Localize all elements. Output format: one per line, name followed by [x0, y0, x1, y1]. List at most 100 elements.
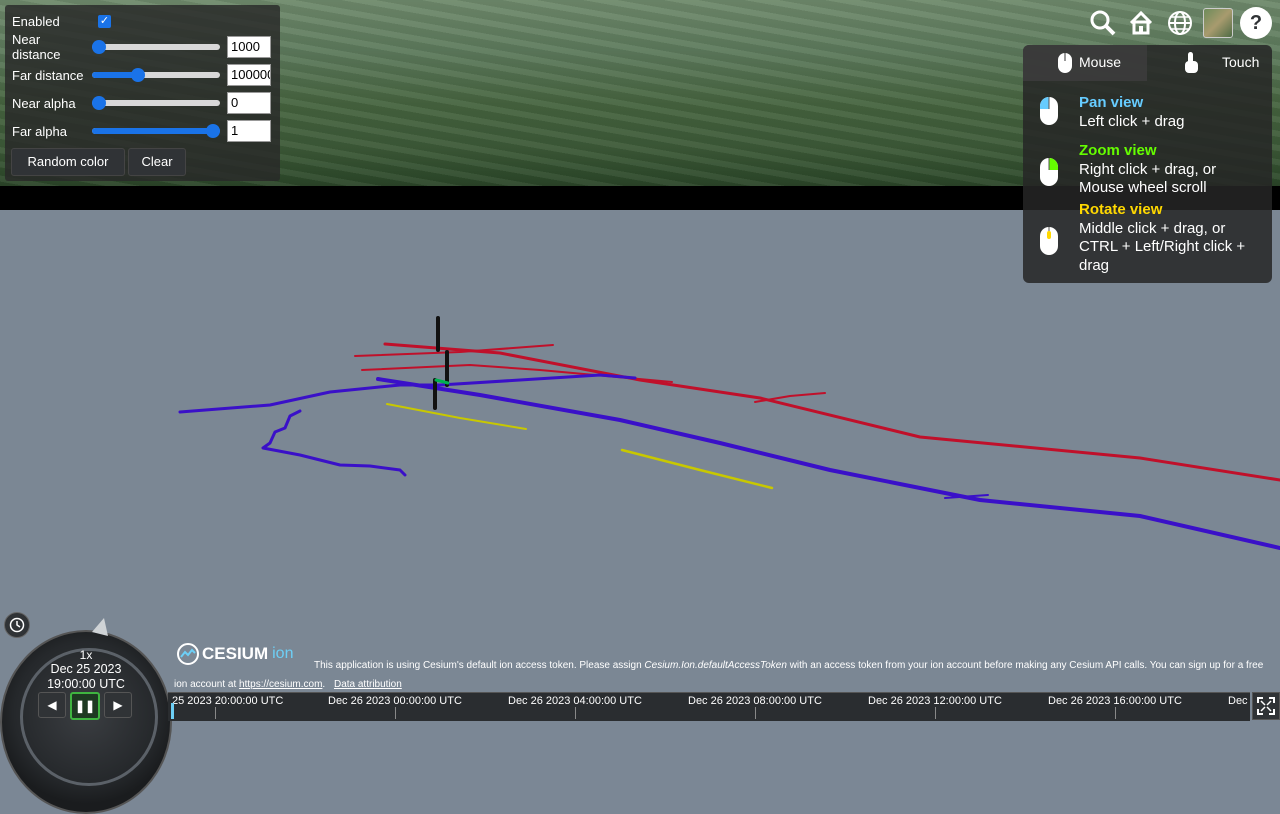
controls-panel: Enabled ✓ Near distance 1000 Far distanc…	[5, 5, 280, 181]
mouse-right-click-icon	[1040, 158, 1058, 186]
mouse-icon	[1058, 53, 1072, 73]
search-icon	[1090, 10, 1116, 36]
clear-button[interactable]: Clear	[128, 148, 186, 176]
mouse-left-click-icon	[1040, 97, 1058, 125]
far-alpha-label: Far alpha	[12, 123, 67, 139]
imagery-layer-icon	[1203, 8, 1233, 38]
play-icon: ▶	[113, 698, 123, 712]
credit-code: Cesium.Ion.defaultAccessToken	[644, 660, 787, 671]
geocoder-search-button[interactable]	[1087, 7, 1119, 39]
help-icon: ?	[1249, 11, 1263, 34]
tab-touch-label: Touch	[1222, 54, 1260, 70]
tab-mouse-label: Mouse	[1079, 54, 1122, 70]
rotate-text-2: CTRL + Left/Right click +	[1079, 238, 1246, 255]
blue-pipe-1	[178, 373, 637, 414]
scene-mode-button[interactable]	[1164, 7, 1196, 39]
shuttle-ring-pointer[interactable]	[90, 618, 110, 638]
enabled-label: Enabled	[12, 13, 60, 29]
timeline-tick	[755, 707, 756, 719]
near-distance-label: Near distance	[12, 32, 61, 62]
near-alpha-slider[interactable]	[92, 96, 220, 110]
far-distance-slider[interactable]	[92, 68, 220, 82]
red-pipe-1	[383, 342, 1280, 482]
blue-pipe-3	[261, 409, 407, 477]
near-alpha-label: Near alpha	[12, 95, 76, 111]
yellow-pipe-2	[620, 448, 774, 490]
pan-help: Pan view Left click + drag	[1079, 94, 1184, 131]
animation-date: Dec 25 2023	[50, 662, 122, 676]
yellow-pipe-1	[386, 403, 527, 430]
fullscreen-icon	[1257, 697, 1275, 715]
random-color-button[interactable]: Random color	[11, 148, 125, 176]
timeline-tick	[575, 707, 576, 719]
timeline-label: 25 2023 20:00:00 UTC	[172, 695, 284, 707]
zoom-help: Zoom view Right click + drag, or Mouse w…	[1079, 142, 1216, 198]
home-icon	[1129, 10, 1153, 35]
far-alpha-row: Far alpha	[12, 119, 92, 143]
far-distance-input[interactable]: 100000	[227, 64, 271, 86]
blue-pipe-2	[376, 377, 1280, 550]
far-alpha-slider[interactable]	[92, 124, 220, 138]
rotate-help: Rotate view Middle click + drag, or CTRL…	[1079, 201, 1245, 275]
slider-knob[interactable]	[92, 40, 106, 54]
animation-widget: 1x Dec 25 2023 19:00:00 UTC	[0, 618, 172, 814]
timeline-tick	[215, 707, 216, 719]
far-distance-label: Far distance	[12, 67, 84, 83]
animation-time: 19:00:00 UTC	[47, 677, 125, 691]
credit-text-start: This application is using Cesium's defau…	[314, 660, 645, 671]
timeline-tick	[395, 707, 396, 719]
timeline-label: Dec 26 2023 08:00:00 UTC	[688, 695, 822, 707]
timeline[interactable]: 25 2023 20:00:00 UTC Dec 26 2023 00:00:0…	[168, 692, 1250, 721]
navigation-help-panel: Mouse Touch Pan view Left click + drag Z…	[1023, 45, 1272, 283]
timeline-tick	[1115, 707, 1116, 719]
rotate-text-3: drag	[1079, 256, 1110, 274]
reverse-icon: ◀	[47, 698, 57, 712]
clock-icon	[9, 617, 25, 633]
animation-speed: 1x	[79, 648, 93, 662]
near-distance-input[interactable]: 1000	[227, 36, 271, 58]
red-pipe-4	[754, 392, 826, 403]
play-forward-button[interactable]: ▶	[104, 692, 132, 718]
realtime-button[interactable]	[4, 612, 30, 638]
pause-icon: ❚❚	[74, 699, 96, 713]
slider-knob[interactable]	[206, 124, 220, 138]
zoom-text-2: Mouse wheel scroll	[1079, 179, 1207, 196]
touch-hand-icon	[1185, 52, 1198, 73]
near-alpha-input[interactable]: 0	[227, 92, 271, 114]
cesium-link[interactable]: https://cesium.com	[239, 679, 322, 690]
slider-knob[interactable]	[131, 68, 145, 82]
slider-knob[interactable]	[92, 96, 106, 110]
credit-text-tail: .	[322, 679, 326, 690]
far-distance-row: Far distance	[12, 63, 92, 87]
pan-title: Pan view	[1079, 94, 1144, 111]
timeline-label: Dec 26 2023 00:00:00 UTC	[328, 695, 462, 707]
fullscreen-button[interactable]	[1252, 692, 1280, 720]
tab-mouse[interactable]: Mouse	[1023, 45, 1147, 81]
near-distance-slider[interactable]	[92, 40, 220, 54]
far-alpha-input[interactable]: 1	[227, 120, 271, 142]
timeline-needle[interactable]	[171, 703, 174, 719]
data-attribution-link[interactable]: Data attribution	[334, 679, 402, 690]
rotate-title: Rotate view	[1079, 201, 1163, 218]
rotate-text-1: Middle click + drag, or	[1079, 219, 1226, 237]
zoom-title: Zoom view	[1079, 142, 1157, 159]
navigation-help-button[interactable]: ?	[1240, 7, 1272, 39]
timeline-tick	[935, 707, 936, 719]
pause-button[interactable]: ❚❚	[70, 692, 100, 720]
enabled-row: Enabled	[12, 9, 92, 33]
play-reverse-button[interactable]: ◀	[38, 692, 66, 718]
tab-touch[interactable]: Touch	[1148, 45, 1272, 81]
enabled-checkbox[interactable]: ✓	[98, 15, 111, 28]
globe-icon	[1168, 11, 1192, 35]
pan-text: Left click + drag	[1079, 112, 1185, 130]
timeline-label: Dec 26 2023 12:00:00 UTC	[868, 695, 1002, 707]
base-layer-picker-button[interactable]	[1202, 7, 1234, 39]
timeline-label: Dec 26 2023 16:00:00 UTC	[1048, 695, 1182, 707]
home-button[interactable]	[1125, 7, 1157, 39]
timeline-label: Dec 26 2023 04:00:00 UTC	[508, 695, 642, 707]
near-alpha-row: Near alpha	[12, 91, 92, 115]
zoom-text-1: Right click + drag, or	[1079, 160, 1217, 178]
credit-message: This application is using Cesium's defau…	[174, 656, 1264, 694]
near-distance-row: Near distance	[12, 32, 92, 62]
mouse-middle-click-icon	[1040, 227, 1058, 255]
